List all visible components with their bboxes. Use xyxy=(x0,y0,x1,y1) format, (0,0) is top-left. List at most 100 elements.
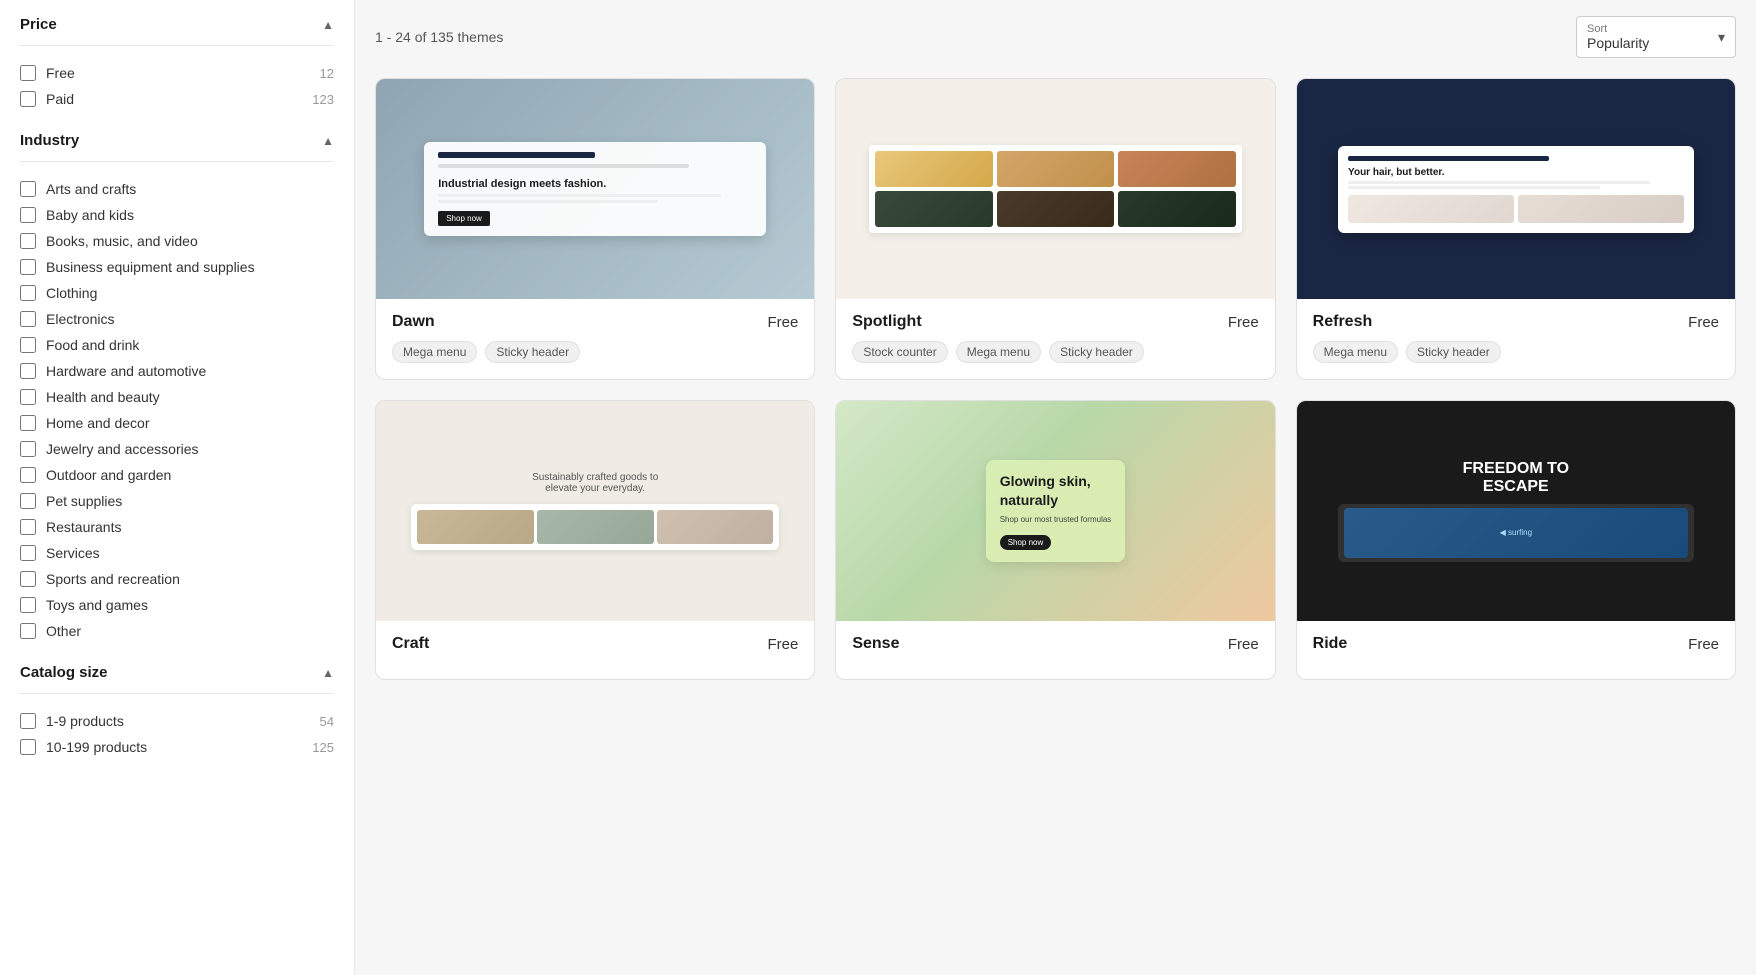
theme-info-refresh: Refresh Free Mega menu Sticky header xyxy=(1297,299,1735,379)
theme-tag: Sticky header xyxy=(1406,341,1501,363)
sidebar: Price ▲ Free 12 Paid 123 Industry ▲ xyxy=(0,0,355,975)
theme-info-ride: Ride Free xyxy=(1297,621,1735,679)
theme-title-row: Refresh Free xyxy=(1313,313,1719,331)
industry-option-label-17[interactable]: Other xyxy=(20,623,81,639)
industry-option-label-8[interactable]: Health and beauty xyxy=(20,389,160,405)
industry-option-checkbox-6[interactable] xyxy=(20,337,36,353)
industry-option-label-6[interactable]: Food and drink xyxy=(20,337,139,353)
industry-filter-header[interactable]: Industry ▲ xyxy=(20,132,334,149)
industry-option-label-7[interactable]: Hardware and automotive xyxy=(20,363,206,379)
industry-option-checkbox-13[interactable] xyxy=(20,519,36,535)
theme-info-dawn: Dawn Free Mega menuSticky header xyxy=(376,299,814,379)
theme-name-ride: Ride xyxy=(1313,635,1348,653)
price-filter-header[interactable]: Price ▲ xyxy=(20,16,334,33)
theme-thumbnail-dawn: Industrial design meets fashion. Shop no… xyxy=(376,79,814,299)
industry-option-row: Business equipment and supplies xyxy=(20,254,334,280)
industry-option-checkbox-4[interactable] xyxy=(20,285,36,301)
industry-option-label-11[interactable]: Outdoor and garden xyxy=(20,467,171,483)
industry-option-checkbox-15[interactable] xyxy=(20,571,36,587)
industry-option-label-5[interactable]: Electronics xyxy=(20,311,114,327)
price-chevron-icon: ▲ xyxy=(322,18,334,32)
price-free-text: Free xyxy=(46,65,75,81)
industry-option-row: Baby and kids xyxy=(20,202,334,228)
industry-option-checkbox-10[interactable] xyxy=(20,441,36,457)
industry-option-checkbox-7[interactable] xyxy=(20,363,36,379)
catalog-option-label-1[interactable]: 10-199 products xyxy=(20,739,147,755)
price-paid-count: 123 xyxy=(312,92,334,107)
industry-option-label-9[interactable]: Home and decor xyxy=(20,415,150,431)
industry-option-checkbox-0[interactable] xyxy=(20,181,36,197)
theme-card-sense[interactable]: Glowing skin,naturally Shop our most tru… xyxy=(835,400,1275,680)
industry-option-label-12[interactable]: Pet supplies xyxy=(20,493,122,509)
catalog-divider xyxy=(20,693,334,694)
theme-tag: Mega menu xyxy=(1313,341,1398,363)
theme-card-ride[interactable]: FREEDOM TOESCAPE ◀ surfing Ride Free xyxy=(1296,400,1736,680)
theme-name-refresh: Refresh xyxy=(1313,313,1373,331)
industry-option-row: Services xyxy=(20,540,334,566)
industry-option-text-10: Jewelry and accessories xyxy=(46,441,199,457)
industry-option-row: Clothing xyxy=(20,280,334,306)
industry-option-text-16: Toys and games xyxy=(46,597,148,613)
industry-option-label-2[interactable]: Books, music, and video xyxy=(20,233,198,249)
industry-filter-section: Industry ▲ Arts and crafts Baby and kids… xyxy=(20,132,334,644)
price-free-checkbox[interactable] xyxy=(20,65,36,81)
industry-option-checkbox-14[interactable] xyxy=(20,545,36,561)
price-paid-label[interactable]: Paid xyxy=(20,91,74,107)
theme-thumbnail-craft: Sustainably crafted goods toelevate your… xyxy=(376,401,814,621)
industry-option-text-7: Hardware and automotive xyxy=(46,363,206,379)
industry-option-checkbox-2[interactable] xyxy=(20,233,36,249)
theme-card-dawn[interactable]: Industrial design meets fashion. Shop no… xyxy=(375,78,815,380)
theme-card-spotlight[interactable]: Spotlight Free Stock counterMega menuSti… xyxy=(835,78,1275,380)
industry-option-text-2: Books, music, and video xyxy=(46,233,198,249)
catalog-option-label-0[interactable]: 1-9 products xyxy=(20,713,124,729)
theme-card-refresh[interactable]: Your hair, but better. Refresh Free Mega… xyxy=(1296,78,1736,380)
industry-option-checkbox-1[interactable] xyxy=(20,207,36,223)
theme-card-craft[interactable]: Sustainably crafted goods toelevate your… xyxy=(375,400,815,680)
theme-title-row: Craft Free xyxy=(392,635,798,653)
catalog-option-checkbox-1[interactable] xyxy=(20,739,36,755)
catalog-option-checkbox-0[interactable] xyxy=(20,713,36,729)
theme-info-sense: Sense Free xyxy=(836,621,1274,679)
industry-option-label-16[interactable]: Toys and games xyxy=(20,597,148,613)
industry-option-row: Health and beauty xyxy=(20,384,334,410)
industry-option-text-3: Business equipment and supplies xyxy=(46,259,255,275)
theme-price-spotlight: Free xyxy=(1228,314,1259,331)
industry-option-label-15[interactable]: Sports and recreation xyxy=(20,571,180,587)
industry-option-text-17: Other xyxy=(46,623,81,639)
industry-option-row: Pet supplies xyxy=(20,488,334,514)
industry-option-checkbox-8[interactable] xyxy=(20,389,36,405)
industry-option-label-0[interactable]: Arts and crafts xyxy=(20,181,136,197)
price-paid-checkbox[interactable] xyxy=(20,91,36,107)
catalog-filter-header[interactable]: Catalog size ▲ xyxy=(20,664,334,681)
price-filter-section: Price ▲ Free 12 Paid 123 xyxy=(20,16,334,112)
catalog-option-row: 1-9 products 54 xyxy=(20,708,334,734)
industry-option-row: Outdoor and garden xyxy=(20,462,334,488)
theme-info-craft: Craft Free xyxy=(376,621,814,679)
industry-option-label-13[interactable]: Restaurants xyxy=(20,519,121,535)
themes-grid: Industrial design meets fashion. Shop no… xyxy=(375,78,1736,680)
catalog-option-count-1: 125 xyxy=(312,740,334,755)
industry-option-checkbox-11[interactable] xyxy=(20,467,36,483)
industry-filter-title: Industry xyxy=(20,132,79,149)
sort-text-group: Sort Popularity xyxy=(1587,23,1649,51)
industry-option-checkbox-16[interactable] xyxy=(20,597,36,613)
industry-option-label-3[interactable]: Business equipment and supplies xyxy=(20,259,255,275)
industry-option-label-10[interactable]: Jewelry and accessories xyxy=(20,441,199,457)
sort-dropdown[interactable]: Sort Popularity ▾ xyxy=(1576,16,1736,58)
industry-option-checkbox-12[interactable] xyxy=(20,493,36,509)
industry-option-label-4[interactable]: Clothing xyxy=(20,285,97,301)
industry-option-checkbox-5[interactable] xyxy=(20,311,36,327)
price-free-label[interactable]: Free xyxy=(20,65,75,81)
theme-name-sense: Sense xyxy=(852,635,899,653)
theme-tag: Sticky header xyxy=(1049,341,1144,363)
theme-price-sense: Free xyxy=(1228,636,1259,653)
theme-price-craft: Free xyxy=(767,636,798,653)
industry-option-checkbox-17[interactable] xyxy=(20,623,36,639)
industry-option-label-1[interactable]: Baby and kids xyxy=(20,207,134,223)
industry-option-text-6: Food and drink xyxy=(46,337,139,353)
industry-option-row: Electronics xyxy=(20,306,334,332)
industry-option-label-14[interactable]: Services xyxy=(20,545,100,561)
industry-option-checkbox-9[interactable] xyxy=(20,415,36,431)
industry-option-checkbox-3[interactable] xyxy=(20,259,36,275)
industry-options-list: Arts and crafts Baby and kids Books, mus… xyxy=(20,176,334,644)
